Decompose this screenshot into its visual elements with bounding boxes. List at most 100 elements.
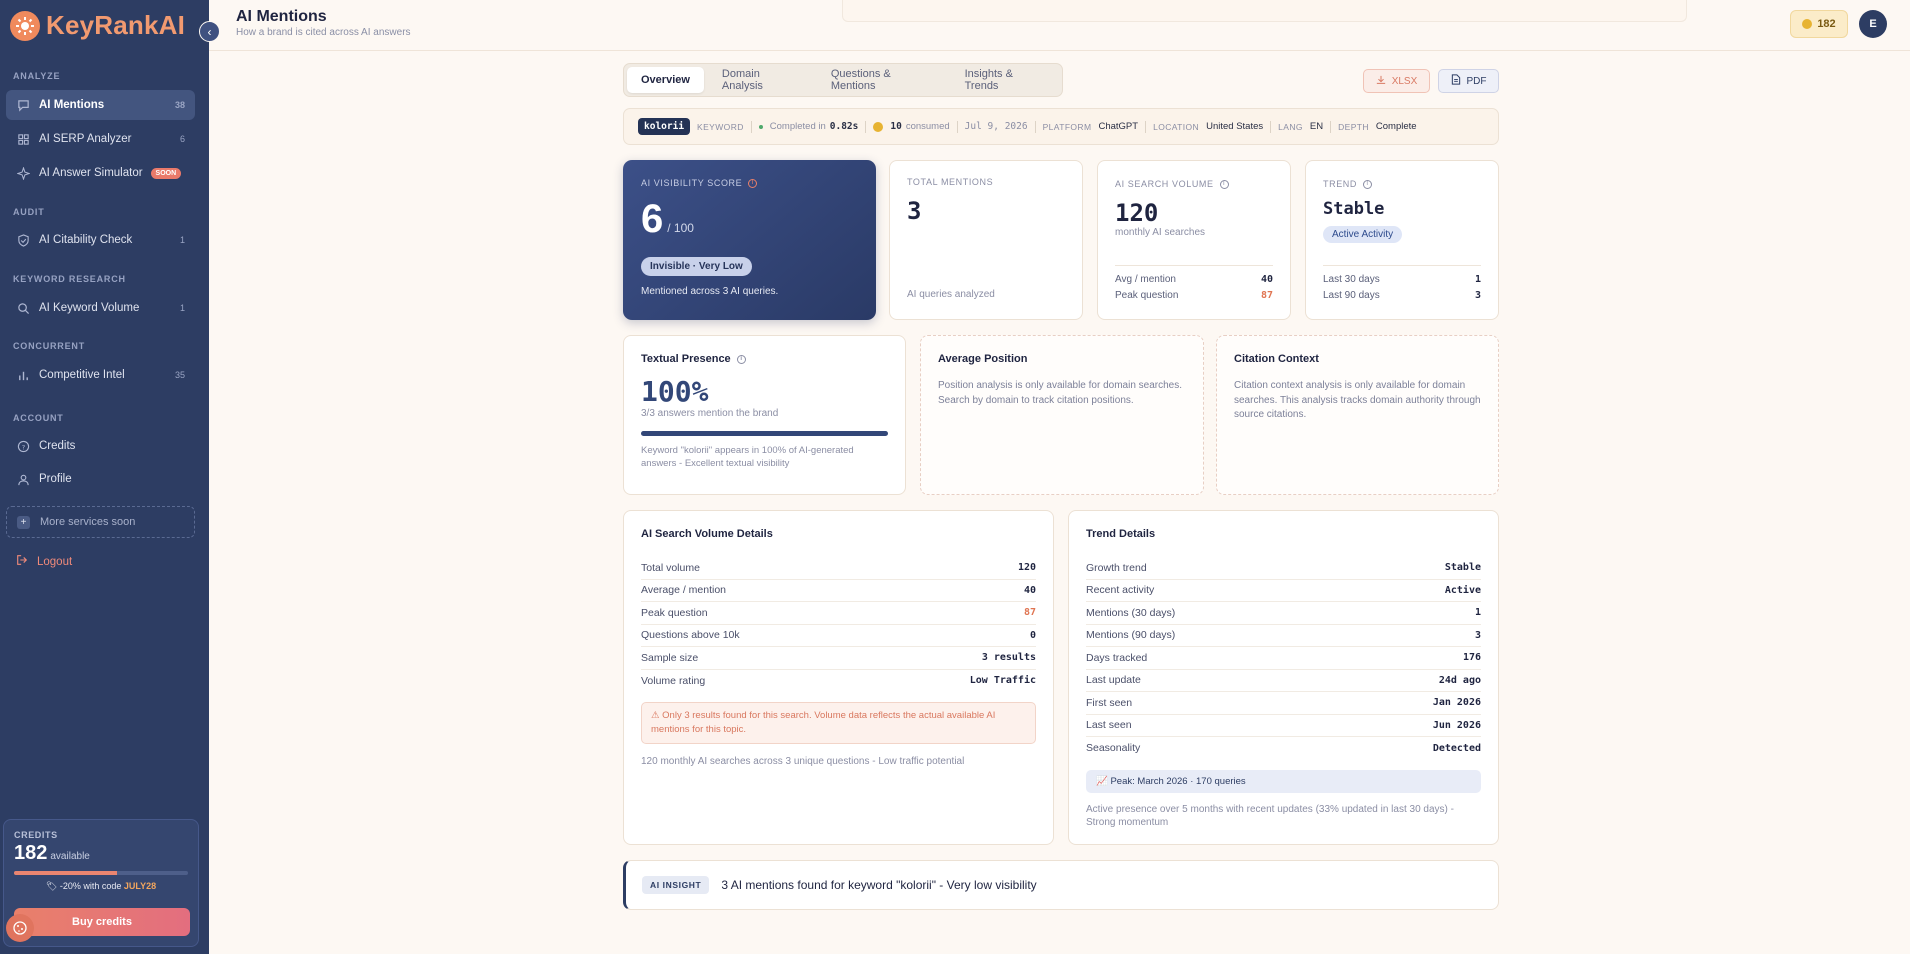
bar-chart-icon — [16, 368, 30, 382]
sparkle-icon — [16, 166, 30, 180]
tab-domain-analysis[interactable]: Domain Analysis — [708, 67, 813, 93]
info-icon[interactable]: i — [1363, 179, 1372, 189]
sidebar: KeyRankAI ANALYZE AI Mentions 38 AI SERP… — [0, 0, 209, 954]
visibility-badge: Invisible · Very Low — [641, 257, 752, 276]
location-value: United States — [1206, 121, 1264, 132]
search-date: Jul 9, 2026 — [964, 121, 1028, 132]
sidebar-item-count: 38 — [174, 100, 185, 110]
trend-label-row: TREND i — [1323, 179, 1481, 189]
last-30-value: 1 — [1474, 274, 1481, 285]
location-label: LOCATION — [1153, 121, 1200, 132]
sidebar-item-label: Credits — [39, 440, 76, 452]
logo[interactable]: KeyRankAI — [10, 10, 185, 41]
divider — [865, 120, 867, 133]
tab-bar: Overview Domain Analysis Questions & Men… — [623, 63, 1063, 97]
sidebar-item-profile[interactable]: Profile — [6, 464, 195, 494]
sidebar-item-ai-mentions[interactable]: AI Mentions 38 — [6, 90, 195, 120]
volume-warning: ⚠ Only 3 results found for this search. … — [641, 702, 1036, 744]
promo-code: JULY28 — [123, 881, 157, 891]
visibility-label: AI VISIBILITY SCORE — [641, 178, 743, 188]
info-icon[interactable]: i — [748, 178, 758, 188]
completed-prefix: Completed in — [769, 121, 826, 132]
download-icon — [1376, 75, 1386, 88]
plus-icon: + — [17, 515, 30, 529]
citation-context-title: Citation Context — [1234, 353, 1319, 365]
sidebar-item-ai-citability-check[interactable]: AI Citability Check 1 — [6, 225, 195, 255]
detail-row: Peak question 87 — [641, 602, 1036, 625]
section-analyze: ANALYZE — [13, 71, 61, 81]
ai-search-volume-card: AI SEARCH VOLUME i 120 monthly AI search… — [1097, 160, 1291, 320]
avg-mention-value: 40 — [1260, 274, 1273, 285]
visibility-label-row: AI VISIBILITY SCORE i — [641, 178, 858, 188]
last-30-row: Last 30 days 1 — [1323, 272, 1481, 288]
row-value: Low Traffic — [969, 675, 1036, 687]
row-label: Peak question — [641, 606, 708, 619]
info-icon[interactable]: i — [736, 354, 746, 364]
row-value: 0 — [1029, 629, 1036, 641]
tag-icon: 🏷 — [45, 881, 58, 891]
sidebar-item-count: 1 — [179, 235, 185, 245]
detail-row: Last update 24d ago — [1086, 670, 1481, 692]
sidebar-item-credits[interactable]: ? Credits — [6, 431, 195, 461]
coins-balance[interactable]: 182 — [1790, 10, 1848, 38]
row-label: Mentions (30 days) — [1086, 606, 1176, 619]
ai-visibility-score-card: AI VISIBILITY SCORE i 6/ 100 Invisible ·… — [623, 160, 876, 320]
depth-value: Complete — [1375, 121, 1417, 132]
peak-question-value: 87 — [1260, 290, 1273, 301]
sidebar-item-ai-serp-analyzer[interactable]: AI SERP Analyzer 6 — [6, 124, 195, 154]
cookie-settings-icon[interactable] — [6, 914, 34, 942]
row-value: 87 — [1023, 607, 1036, 619]
row-value: 1 — [1474, 607, 1481, 619]
detail-row: Volume rating Low Traffic — [641, 670, 1036, 693]
logout-button[interactable]: Logout — [16, 554, 72, 569]
sidebar-item-label: Profile — [39, 473, 72, 485]
search-meta-bar: kolorii KEYWORD Completed in 0.82s 10 co… — [623, 108, 1499, 145]
row-label: Days tracked — [1086, 651, 1148, 664]
header-strip — [842, 0, 1687, 22]
sidebar-item-ai-answer-simulator[interactable]: AI Answer Simulator SOON — [6, 158, 195, 188]
tab-insights-trends[interactable]: Insights & Trends — [951, 67, 1059, 93]
sidebar-item-label: AI Mentions — [39, 99, 105, 111]
search-volume-label-row: AI SEARCH VOLUME i — [1115, 179, 1273, 189]
row-value: 120 — [1017, 562, 1036, 574]
last-90-value: 3 — [1474, 290, 1481, 301]
page-title: AI Mentions — [236, 8, 327, 25]
section-concurrent: CONCURRENT — [13, 341, 85, 351]
logout-icon — [16, 554, 28, 569]
buy-credits-button[interactable]: Buy credits — [14, 908, 190, 936]
volume-details-title: AI Search Volume Details — [641, 528, 773, 540]
export-xlsx-button[interactable]: XLSX — [1363, 69, 1430, 93]
average-position-text: Position analysis is only available for … — [938, 380, 1183, 406]
avg-mention-row: Avg / mention 40 — [1115, 272, 1273, 288]
collapse-sidebar-button[interactable]: ‹ — [199, 21, 220, 42]
coins-value: 182 — [1817, 18, 1836, 30]
credits-progress-fill — [14, 871, 117, 875]
pdf-label: PDF — [1466, 75, 1487, 87]
more-soon-label: More services soon — [40, 516, 136, 528]
volume-details-card: AI Search Volume Details Total volume 120… — [623, 510, 1054, 845]
divider — [750, 120, 752, 133]
tab-overview[interactable]: Overview — [627, 67, 704, 93]
lang-value: EN — [1309, 121, 1324, 132]
visibility-score: 6/ 100 — [641, 198, 858, 249]
row-value: 40 — [1023, 584, 1036, 596]
divider — [1034, 120, 1036, 133]
info-icon[interactable]: i — [1219, 179, 1229, 189]
citation-context-text: Citation context analysis is only availa… — [1234, 380, 1481, 420]
more-services-soon: + More services soon — [6, 506, 195, 538]
peak-question-label: Peak question — [1115, 290, 1179, 301]
sidebar-item-ai-keyword-volume[interactable]: AI Keyword Volume 1 — [6, 293, 195, 323]
lang-label: LANG — [1278, 121, 1303, 132]
sidebar-item-competitive-intel[interactable]: Competitive Intel 35 — [6, 360, 195, 390]
tab-questions-mentions[interactable]: Questions & Mentions — [817, 67, 947, 93]
detail-row: Recent activity Active — [1086, 580, 1481, 602]
avatar[interactable]: E — [1859, 10, 1887, 38]
export-pdf-button[interactable]: PDF — [1438, 69, 1499, 93]
visibility-score-value: 6 — [641, 197, 664, 241]
row-value: Detected — [1432, 742, 1481, 754]
row-label: Volume rating — [641, 674, 706, 687]
trend-card: TREND i Stable Active Activity Last 30 d… — [1305, 160, 1499, 320]
sidebar-item-count: 6 — [179, 134, 185, 144]
textual-sub: 3/3 answers mention the brand — [641, 408, 779, 419]
textual-presence-card: Textual Presence i 100% 3/3 answers ment… — [623, 335, 906, 495]
